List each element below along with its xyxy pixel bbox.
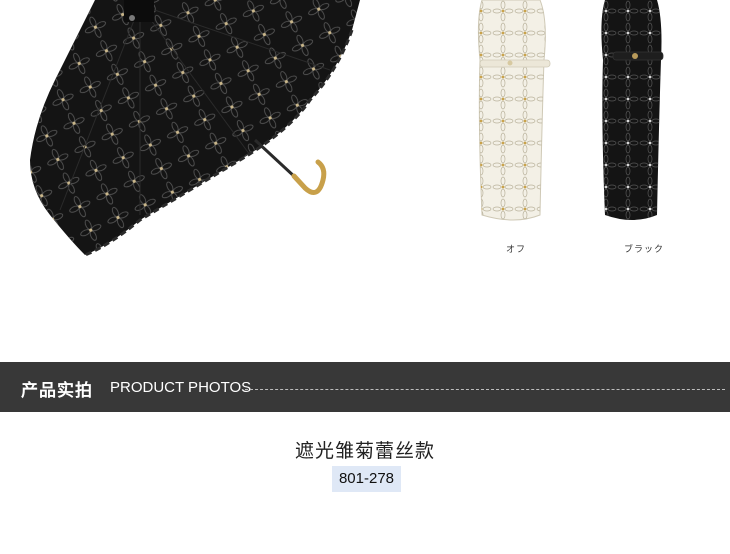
section-title-english: PRODUCT PHOTOS (110, 379, 252, 396)
section-header-bar: 产品实拍 PRODUCT PHOTOS (0, 362, 730, 412)
folded-umbrella-black (601, 0, 664, 220)
open-umbrella-image (30, 0, 360, 257)
folded-umbrella-off-white (477, 0, 551, 221)
color-label-black: ブラック (624, 245, 665, 255)
section-divider-dashes (245, 389, 725, 390)
color-label-off: オフ (506, 245, 527, 255)
product-page: オフ ブラック 产品实拍 PRODUCT PHOTOS 遮光雏菊蕾丝款 801-… (0, 0, 730, 554)
section-title-chinese: 产品实拍 (21, 381, 93, 401)
product-code-badge: 801-278 (332, 466, 401, 492)
product-name: 遮光雏菊蕾丝款 (294, 440, 435, 462)
